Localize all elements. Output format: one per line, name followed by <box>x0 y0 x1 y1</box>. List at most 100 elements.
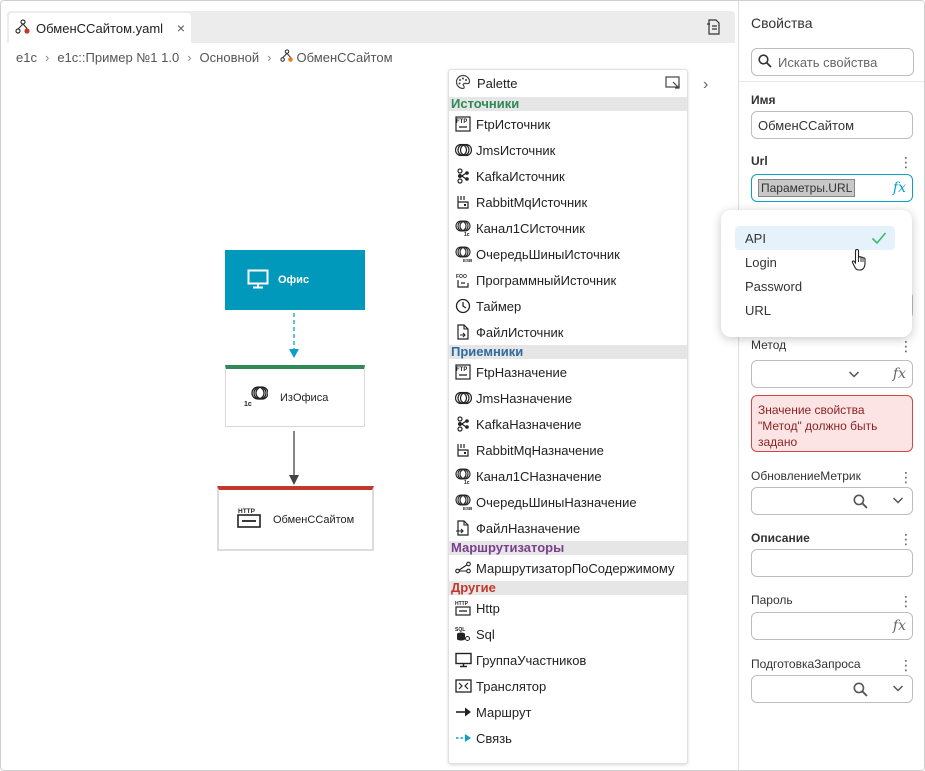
properties-panel: Свойства Имя ОбменССайтом Url ⋮ Параметр… <box>738 1 924 770</box>
palette-item[interactable]: FTP FtpИсточник <box>449 111 687 137</box>
more-options-icon[interactable]: ⋮ <box>899 658 913 672</box>
pin-icon[interactable] <box>665 76 681 93</box>
palette-item-label: RabbitMqНазначение <box>476 442 604 458</box>
chevron-down-icon[interactable] <box>892 494 904 509</box>
palette-item-label: Таймер <box>476 298 522 314</box>
more-options-icon[interactable]: ⋮ <box>899 594 913 608</box>
palette-item-label: Канал1СИсточник <box>476 220 585 236</box>
password-field[interactable]: fx <box>751 612 913 640</box>
dropdown-option[interactable]: URL <box>735 298 895 322</box>
palette-item[interactable]: 1c Канал1СИсточник <box>449 215 687 241</box>
palette-item[interactable]: Связь <box>449 725 687 751</box>
palette-item-label: KafkaНазначение <box>476 416 582 432</box>
route-arrowhead <box>289 475 299 485</box>
channel-1c-icon: 1c <box>454 219 472 237</box>
description-field[interactable] <box>751 549 913 577</box>
dropdown-option[interactable]: Login <box>735 250 895 274</box>
chevron-down-icon[interactable] <box>848 368 860 383</box>
palette-item-label: ФайлИсточник <box>476 324 564 340</box>
palette-item[interactable]: RabbitMqИсточник <box>449 189 687 215</box>
chevron-down-icon[interactable] <box>892 682 904 697</box>
palette-item-label: FtpНазначение <box>476 364 568 380</box>
palette-item-label: ГруппаУчастников <box>476 652 587 668</box>
palette-item[interactable]: JmsНазначение <box>449 385 687 411</box>
palette-item[interactable]: SQL Sql <box>449 621 687 647</box>
translator-icon <box>454 677 472 695</box>
palette-item[interactable]: 1c Канал1СНазначение <box>449 463 687 489</box>
more-options-icon[interactable]: ⋮ <box>899 470 913 484</box>
chevron-right-icon[interactable]: › <box>703 76 708 94</box>
svg-text:HTTP: HTTP <box>455 601 469 607</box>
url-value: Параметры.URL <box>758 179 856 197</box>
palette-item[interactable]: FOO ПрограммныйИсточник <box>449 267 687 293</box>
palette-item[interactable]: ГруппаУчастников <box>449 647 687 673</box>
monitor-icon <box>247 269 269 292</box>
palette-section-header: Другие <box>449 581 687 595</box>
property-search <box>751 48 914 76</box>
palette-list: Источники FTP FtpИсточник JmsИсточник KafkaИ… <box>449 97 687 751</box>
palette-header: Palette <box>449 70 687 97</box>
palette-item[interactable]: JmsИсточник <box>449 137 687 163</box>
palette-item[interactable]: ФайлИсточник <box>449 319 687 345</box>
svg-text:1c: 1c <box>464 232 470 236</box>
route-arrow-icon <box>454 703 472 721</box>
palette-item[interactable]: МаршрутизаторПоСодержимому <box>449 555 687 581</box>
node-office[interactable]: Офис <box>225 250 365 310</box>
palette-item[interactable]: KafkaИсточник <box>449 163 687 189</box>
svg-text:HTTP: HTTP <box>238 508 256 515</box>
search-input[interactable] <box>778 54 908 70</box>
check-icon <box>871 231 887 248</box>
search-icon <box>758 53 772 71</box>
search-icon[interactable] <box>853 494 868 512</box>
palette-item-label: Маршрут <box>476 704 532 720</box>
dropdown-option[interactable]: Password <box>735 274 895 298</box>
ftp-icon: FTP <box>454 115 472 133</box>
palette-item[interactable]: FTP FtpНазначение <box>449 359 687 385</box>
function-icon[interactable]: fx <box>893 366 906 382</box>
monitor-icon <box>454 651 472 669</box>
palette-item[interactable]: HTTP Http <box>449 595 687 621</box>
rabbitmq-icon <box>454 441 472 459</box>
svg-text:FOO: FOO <box>456 274 467 280</box>
url-field[interactable]: Параметры.URL fx <box>751 174 913 202</box>
jms-icon <box>454 141 472 159</box>
http-icon: HTTP <box>237 507 261 532</box>
palette-item[interactable]: Транслятор <box>449 673 687 699</box>
palette-item[interactable]: Таймер <box>449 293 687 319</box>
dropdown-option[interactable]: API <box>735 226 895 250</box>
more-options-icon[interactable]: ⋮ <box>899 532 913 546</box>
kafka-icon <box>454 415 472 433</box>
function-icon[interactable]: fx <box>893 618 906 634</box>
palette-item[interactable]: ESB ОчередьШиныИсточник <box>449 241 687 267</box>
option-label: Password <box>745 278 803 294</box>
channel-1c-icon: 1c <box>454 467 472 485</box>
method-error-message: Значение свойства "Метод" должно быть за… <box>751 395 913 452</box>
search-icon[interactable] <box>853 682 868 700</box>
url-suggestions-dropdown: API Login Password URL <box>721 210 912 337</box>
palette-item[interactable]: RabbitMqНазначение <box>449 437 687 463</box>
node-source[interactable]: 1c ИзОфиса <box>225 365 365 427</box>
request-select[interactable] <box>751 675 913 703</box>
name-field[interactable]: ОбменССайтом <box>751 111 913 139</box>
palette-item-label: МаршрутизаторПоСодержимому <box>476 560 675 576</box>
function-icon[interactable]: fx <box>893 180 906 196</box>
node-destination[interactable]: HTTP ОбменССайтом <box>217 486 374 551</box>
router-icon <box>454 559 472 577</box>
more-options-icon[interactable]: ⋮ <box>899 155 913 169</box>
more-options-icon[interactable]: ⋮ <box>899 339 913 353</box>
palette-item[interactable]: KafkaНазначение <box>449 411 687 437</box>
url-label: Url <box>751 154 768 168</box>
link-arrowhead <box>289 349 299 358</box>
hand-cursor-icon <box>851 248 869 275</box>
palette-item-label: ФайлНазначение <box>476 520 581 536</box>
svg-text:1c: 1c <box>464 480 470 484</box>
metrics-label: ОбновлениеМетрик <box>751 469 861 483</box>
palette-item[interactable]: Маршрут <box>449 699 687 725</box>
node-label: ИзОфиса <box>280 391 329 404</box>
palette-item-label: JmsНазначение <box>476 390 573 406</box>
bus-queue-icon: ESB <box>454 245 472 263</box>
palette-item[interactable]: ФайлНазначение <box>449 515 687 541</box>
metrics-select[interactable] <box>751 487 913 515</box>
method-select[interactable]: fx <box>751 360 913 388</box>
palette-item[interactable]: ESB ОчередьШиныНазначение <box>449 489 687 515</box>
